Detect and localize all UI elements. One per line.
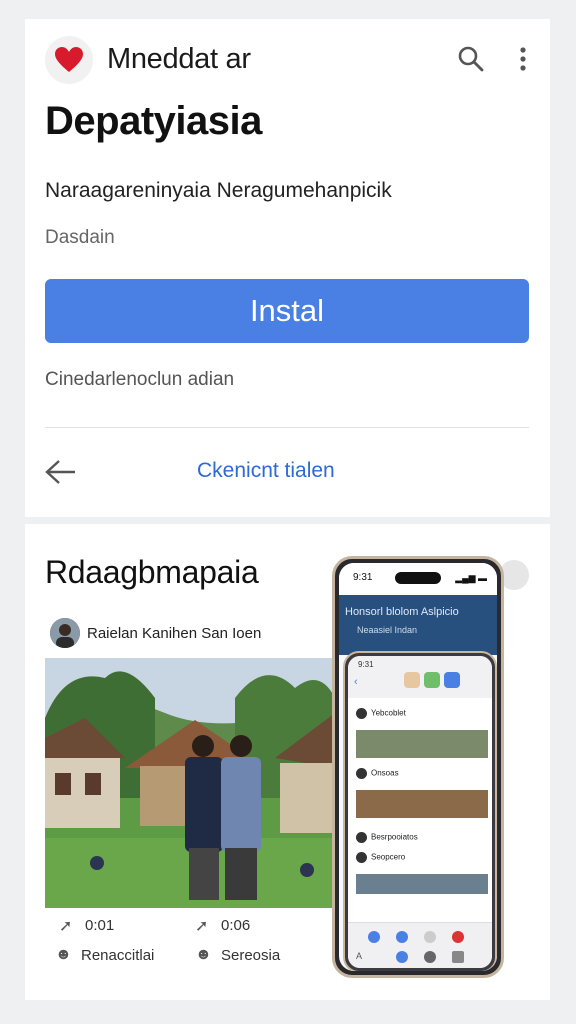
more-vertical-icon[interactable] (509, 43, 537, 75)
section-title: Rdaagbmapaia (45, 554, 259, 590)
status-bar: 9:31 ▂▄▆ ▬ (339, 563, 497, 595)
search-icon[interactable] (455, 43, 487, 75)
divider (45, 427, 529, 428)
share-icon[interactable]: ➚ (59, 916, 72, 936)
list-item[interactable]: Besrpooiatos (356, 832, 418, 843)
stat-label: Renaccitlai (81, 947, 155, 964)
photo-tile[interactable] (356, 730, 488, 758)
gallery-icon[interactable] (452, 951, 464, 963)
app-meta: Dasdain (45, 227, 115, 248)
phone-header: Honsorl blolom Aslpicio Neaasiel Indan (339, 595, 497, 655)
app-subtitle: Naraagareninyaia Neragumehanpicik (45, 179, 392, 202)
phone-header-sub: Neaasiel Indan (357, 625, 418, 635)
stats-bar: ➚ 0:01 ➚ 0:06 ☻ Renaccitlai ☻ Sereosia (45, 910, 345, 974)
inner-phone-screen: 9:31 ‹ Yebcoblet Onsoas Besrpooiatos Seo… (348, 656, 492, 968)
home-icon[interactable] (368, 931, 380, 943)
chat-icon[interactable] (396, 931, 408, 943)
app-icon[interactable] (444, 672, 460, 688)
photo-tile[interactable] (356, 790, 488, 818)
details-link[interactable]: Ckenicnt tialen (197, 459, 335, 483)
app-listing-card: Mneddat ar Depatyiasia Naraagareninyaia … (25, 19, 550, 517)
signal-icon: ▂▄▆ ▬ (455, 573, 487, 583)
inner-bottom-nav: A (348, 922, 492, 968)
list-item[interactable]: Yebcoblet (356, 708, 406, 719)
bell-icon[interactable] (424, 931, 436, 943)
list-item[interactable]: Seopcero (356, 852, 405, 863)
preview-card: Rdaagbmapaia Raielan Kanihen San Ioen ➚ … (25, 524, 550, 1000)
stat-label: Sereosia (221, 947, 281, 964)
avatar (356, 852, 367, 863)
back-icon[interactable]: ‹ (354, 676, 358, 688)
person-icon: ☻ (195, 946, 212, 963)
heart-icon (45, 36, 93, 84)
page-title: Depatyiasia (45, 99, 262, 143)
photo-tile[interactable] (356, 874, 488, 894)
phone-header-title: Honsorl blolom Aslpicio (345, 606, 459, 618)
people-icon: ☻ (55, 946, 72, 963)
avatar (356, 708, 367, 719)
author-name: Raielan Kanihen San Ioen (87, 625, 262, 642)
arrow-left-icon[interactable] (43, 456, 79, 488)
app-shortcuts (404, 672, 464, 693)
status-time: 9:31 (353, 572, 373, 583)
nav-label: A (356, 951, 363, 961)
phone-mockup: 9:31 ▂▄▆ ▬ Honsorl blolom Aslpicio Neaas… (332, 556, 504, 978)
avatar (50, 618, 80, 648)
stat-value: 0:06 (221, 917, 251, 934)
chat-bubble-icon[interactable] (424, 951, 436, 963)
avatar (356, 768, 367, 779)
inner-time: 9:31 (358, 660, 374, 669)
install-note: Cinedarlenoclun adian (45, 369, 235, 390)
list-item[interactable]: Onsoas (356, 768, 399, 779)
install-button[interactable]: Instal (45, 279, 529, 343)
inner-topbar: 9:31 ‹ (348, 656, 492, 698)
app-icon[interactable] (424, 672, 440, 688)
inner-phone: 9:31 ‹ Yebcoblet Onsoas Besrpooiatos Seo… (343, 651, 497, 971)
app-name: Mneddat ar (107, 43, 251, 75)
app-icon[interactable] (404, 672, 420, 688)
phone-screen: 9:31 ▂▄▆ ▬ Honsorl blolom Aslpicio Neaas… (339, 563, 497, 971)
send-icon[interactable]: ➚ (195, 916, 208, 936)
notch (395, 572, 441, 584)
preview-photo[interactable] (45, 658, 335, 908)
avatar (356, 832, 367, 843)
profile-icon[interactable] (452, 931, 464, 943)
clock-icon[interactable] (396, 951, 408, 963)
stat-value: 0:01 (85, 917, 115, 934)
